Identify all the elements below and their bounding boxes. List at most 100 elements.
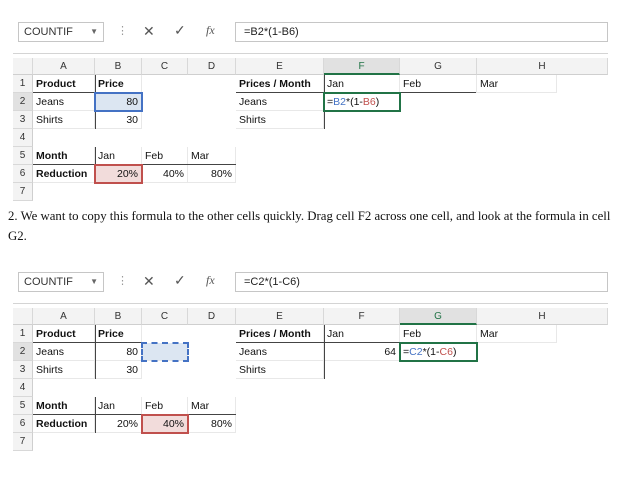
cell-b6[interactable]: 20% — [95, 415, 142, 433]
cell-g1[interactable]: Feb — [400, 75, 477, 93]
cell-a1[interactable]: Product — [33, 75, 95, 93]
cell-b1[interactable]: Price — [95, 75, 142, 93]
row-header-6[interactable]: 6 — [13, 165, 33, 183]
formula-input[interactable]: =C2*(1-C6) — [235, 272, 608, 292]
cell-f1[interactable]: Jan — [324, 325, 400, 343]
col-header-c[interactable]: C — [142, 308, 188, 325]
table-border — [95, 397, 96, 433]
col-header-b[interactable]: B — [95, 58, 142, 75]
cell-e1[interactable]: Prices / Month — [236, 325, 324, 343]
cell-b3[interactable]: 30 — [95, 111, 142, 129]
col-header-b[interactable]: B — [95, 308, 142, 325]
col-header-a[interactable]: A — [33, 58, 95, 75]
col-header-c[interactable]: C — [142, 58, 188, 75]
col-header-h[interactable]: H — [477, 308, 608, 325]
enter-check-icon[interactable]: ✓ — [174, 272, 186, 289]
cell-a5[interactable]: Month — [33, 147, 95, 165]
name-box-value: COUNTIF — [24, 276, 73, 288]
cancel-icon[interactable]: ✕ — [143, 23, 155, 40]
row-header-5[interactable]: 5 — [13, 397, 33, 415]
select-all-corner[interactable] — [13, 58, 33, 75]
cell-f2[interactable]: 64 — [324, 343, 400, 361]
row-header-3[interactable]: 3 — [13, 111, 33, 129]
cell-a3[interactable]: Shirts — [33, 111, 95, 129]
cell-b3[interactable]: 30 — [95, 361, 142, 379]
col-header-d[interactable]: D — [188, 308, 236, 325]
cell-e3[interactable]: Shirts — [236, 361, 324, 379]
cell-a2[interactable]: Jeans — [33, 343, 95, 361]
name-box[interactable]: COUNTIF ▼ — [18, 272, 104, 292]
row-header-6[interactable]: 6 — [13, 415, 33, 433]
excel-screenshot-2: COUNTIF ▼ ⋮ ✕ ✓ fx =C2*(1-C6) A B C D E … — [13, 262, 608, 494]
row-header-2[interactable]: 2 — [13, 93, 33, 111]
drag-handle-icon[interactable]: ⋮ — [117, 274, 128, 287]
cell-c5[interactable]: Feb — [142, 397, 188, 415]
row-header-4[interactable]: 4 — [13, 129, 33, 147]
insert-function-icon[interactable]: fx — [206, 273, 215, 288]
name-box[interactable]: COUNTIF ▼ — [18, 22, 104, 42]
row-header-5[interactable]: 5 — [13, 147, 33, 165]
cell-d6[interactable]: 80% — [188, 415, 236, 433]
cell-a2[interactable]: Jeans — [33, 93, 95, 111]
table-border — [324, 325, 325, 379]
col-header-g[interactable]: G — [400, 58, 477, 75]
cell-b5[interactable]: Jan — [95, 147, 142, 165]
cell-a6[interactable]: Reduction — [33, 415, 95, 433]
row-header-7[interactable]: 7 — [13, 183, 33, 201]
table-border — [33, 342, 142, 343]
cell-h1[interactable]: Mar — [477, 325, 557, 343]
reference-highlight-b6 — [94, 164, 143, 184]
name-box-value: COUNTIF — [24, 26, 73, 38]
instruction-text: 2. We want to copy this formula to the o… — [8, 209, 611, 243]
formula-bar: COUNTIF ▼ ⋮ ✕ ✓ fx =C2*(1-C6) — [13, 262, 608, 304]
table-border — [33, 414, 236, 415]
cancel-icon[interactable]: ✕ — [143, 273, 155, 290]
active-cell-g2 — [399, 342, 478, 362]
cell-e1[interactable]: Prices / Month — [236, 75, 324, 93]
col-header-f[interactable]: F — [324, 308, 400, 325]
reference-highlight-b2 — [94, 92, 143, 112]
row-header-7[interactable]: 7 — [13, 433, 33, 451]
cell-b5[interactable]: Jan — [95, 397, 142, 415]
formula-input[interactable]: =B2*(1-B6) — [235, 22, 608, 42]
dropdown-arrow-icon[interactable]: ▼ — [90, 23, 98, 41]
cell-d6[interactable]: 80% — [188, 165, 236, 183]
col-header-g[interactable]: G — [400, 308, 477, 325]
active-cell-f2 — [323, 92, 401, 112]
drag-handle-icon[interactable]: ⋮ — [117, 24, 128, 37]
cell-g1[interactable]: Feb — [400, 325, 477, 343]
cell-e2[interactable]: Jeans — [236, 343, 324, 361]
cell-c5[interactable]: Feb — [142, 147, 188, 165]
cell-a3[interactable]: Shirts — [33, 361, 95, 379]
cell-h1[interactable]: Mar — [477, 75, 557, 93]
cell-d5[interactable]: Mar — [188, 147, 236, 165]
select-all-corner[interactable] — [13, 308, 33, 325]
col-header-h[interactable]: H — [477, 58, 608, 75]
cell-e3[interactable]: Shirts — [236, 111, 324, 129]
dropdown-arrow-icon[interactable]: ▼ — [90, 273, 98, 291]
cell-b2[interactable]: 80 — [95, 343, 142, 361]
row-header-3[interactable]: 3 — [13, 361, 33, 379]
cell-d5[interactable]: Mar — [188, 397, 236, 415]
cell-a1[interactable]: Product — [33, 325, 95, 343]
cell-e2[interactable]: Jeans — [236, 93, 324, 111]
col-header-d[interactable]: D — [188, 58, 236, 75]
enter-check-icon[interactable]: ✓ — [174, 22, 186, 39]
table-border — [95, 325, 96, 379]
col-header-e[interactable]: E — [236, 58, 324, 75]
insert-function-icon[interactable]: fx — [206, 23, 215, 38]
row-header-1[interactable]: 1 — [13, 75, 33, 93]
reference-highlight-c6 — [141, 414, 189, 434]
cell-c6[interactable]: 40% — [142, 165, 188, 183]
cell-a5[interactable]: Month — [33, 397, 95, 415]
row-header-4[interactable]: 4 — [13, 379, 33, 397]
col-header-a[interactable]: A — [33, 308, 95, 325]
row-header-1[interactable]: 1 — [13, 325, 33, 343]
cell-f1[interactable]: Jan — [324, 75, 400, 93]
col-header-f[interactable]: F — [324, 58, 400, 75]
row-header-2[interactable]: 2 — [13, 343, 33, 361]
worksheet-grid: A B C D E F G H 1 2 3 4 5 6 7 Product Pr… — [13, 304, 608, 494]
col-header-e[interactable]: E — [236, 308, 324, 325]
cell-b1[interactable]: Price — [95, 325, 142, 343]
cell-a6[interactable]: Reduction — [33, 165, 95, 183]
